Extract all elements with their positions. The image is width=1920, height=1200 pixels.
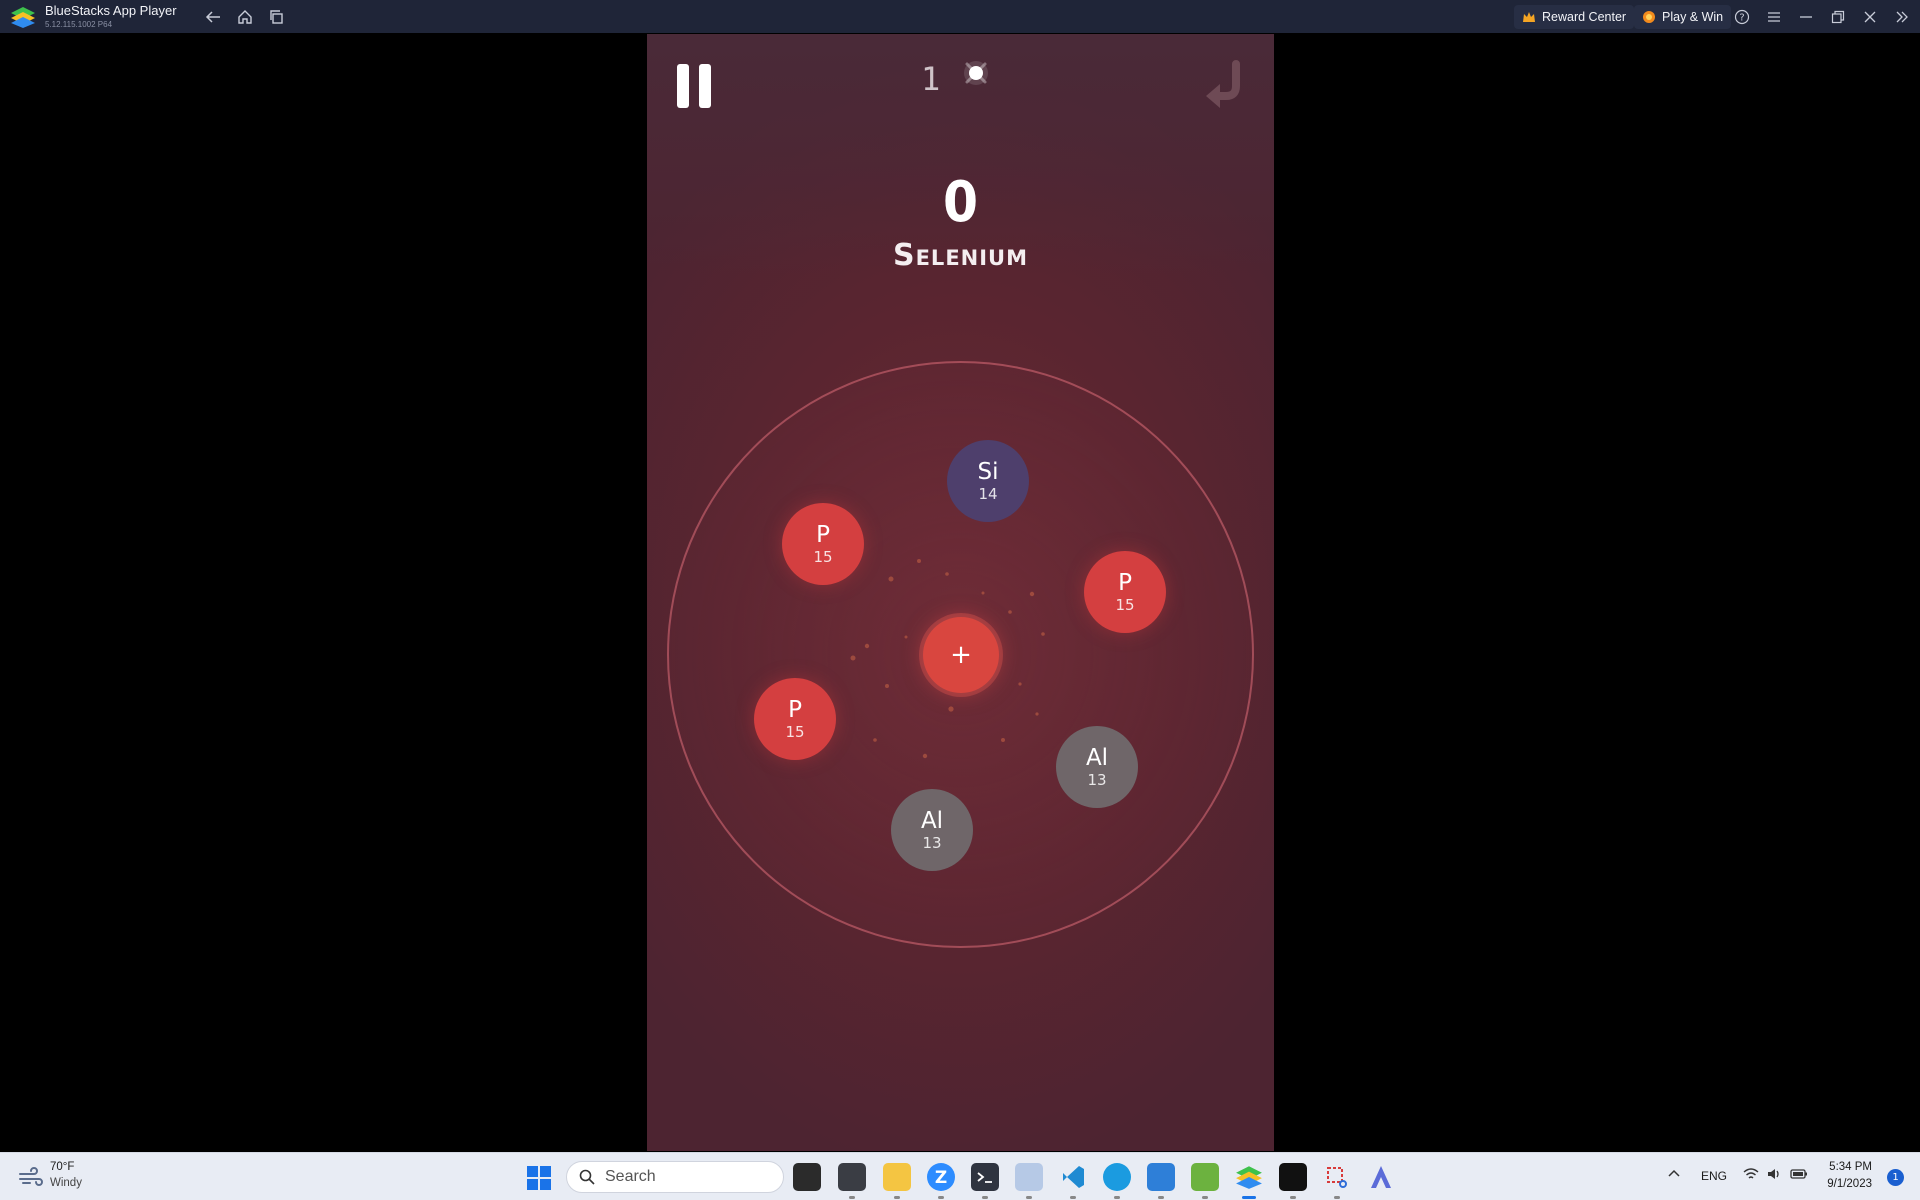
vscode-icon[interactable] (1059, 1163, 1087, 1199)
help-icon[interactable]: ? (1730, 6, 1754, 28)
atom-phosphorus[interactable]: P 15 (782, 503, 864, 585)
minimize-icon[interactable] (1794, 6, 1818, 28)
wifi-icon[interactable] (1743, 1167, 1759, 1184)
battery-icon[interactable] (1790, 1167, 1808, 1184)
menu-icon[interactable] (1762, 6, 1786, 28)
photos-icon[interactable] (1015, 1163, 1043, 1199)
window-title: BlueStacks App Player (45, 3, 177, 18)
plus-atom[interactable]: + (923, 617, 999, 693)
reward-center-label: Reward Center (1542, 10, 1627, 24)
atom-number: 15 (813, 548, 833, 566)
atom-symbol: P (816, 522, 830, 548)
terminal-icon[interactable] (971, 1163, 999, 1199)
atom-number: 15 (785, 723, 805, 741)
close-icon[interactable] (1858, 6, 1882, 28)
atom-symbol: Si (977, 459, 999, 485)
taskbar-search[interactable]: Search (566, 1161, 784, 1193)
start-tile (527, 1166, 538, 1177)
restore-icon[interactable] (1826, 6, 1850, 28)
coin-icon (1643, 11, 1655, 23)
start-tile (527, 1179, 538, 1190)
atom-silicon[interactable]: Si 14 (947, 440, 1029, 522)
snipping-tool-icon[interactable] (1323, 1163, 1351, 1199)
atom-symbol: Al (920, 808, 944, 834)
play-win-label: Play & Win (1662, 10, 1724, 24)
play-win-button[interactable]: Play & Win (1634, 5, 1732, 29)
atom-number: 13 (1087, 771, 1107, 789)
atom-symbol: P (1118, 570, 1132, 596)
vector-app-icon[interactable] (1367, 1163, 1395, 1191)
atom-number: 15 (1115, 596, 1135, 614)
start-button[interactable] (527, 1166, 551, 1190)
svg-text:Z: Z (935, 1168, 947, 1188)
atom-symbol: Al (1085, 745, 1109, 771)
clock-time[interactable]: 5:34 PM (1829, 1161, 1872, 1173)
volume-icon[interactable] (1766, 1167, 1782, 1184)
particle-dots (850, 559, 1045, 759)
zoom-icon[interactable]: Z (927, 1163, 955, 1199)
weather-description[interactable]: Windy (50, 1177, 82, 1189)
home-icon[interactable] (234, 6, 256, 28)
language-indicator[interactable]: ENG (1701, 1169, 1727, 1183)
start-tile (540, 1166, 551, 1177)
atom-number: 14 (978, 485, 998, 503)
image-editor-icon[interactable] (1147, 1163, 1175, 1199)
expand-sidebar-icon[interactable] (1890, 6, 1914, 28)
atom-phosphorus[interactable]: P 15 (754, 678, 836, 760)
crown-icon (1523, 12, 1535, 22)
atom-aluminium[interactable]: Al 13 (891, 789, 973, 871)
start-tile (540, 1179, 551, 1190)
clock-date[interactable]: 9/1/2023 (1827, 1178, 1872, 1190)
edge-icon[interactable] (1103, 1163, 1131, 1199)
back-icon[interactable] (202, 6, 224, 28)
window-version: 5.12.115.1002 P64 (45, 20, 113, 29)
search-placeholder: Search (605, 1168, 656, 1185)
chart-app-icon[interactable] (1191, 1163, 1219, 1199)
weather-temperature[interactable]: 70°F (50, 1161, 74, 1173)
reward-center-button[interactable]: Reward Center (1514, 5, 1635, 29)
chevron-up-icon[interactable] (1667, 1167, 1681, 1181)
svg-text:?: ? (1739, 13, 1744, 24)
atom-symbol: P (788, 697, 802, 723)
atom-aluminium[interactable]: Al 13 (1056, 726, 1138, 808)
windows-taskbar: 70°F Windy Search Z ENG 5:34 PM 9/1/2023… (0, 1152, 1920, 1200)
monitor-app-icon[interactable] (838, 1163, 866, 1199)
notification-badge[interactable]: 1 (1887, 1169, 1904, 1186)
file-explorer-icon[interactable] (883, 1163, 911, 1199)
recent-apps-icon[interactable] (266, 6, 288, 28)
wind-icon[interactable] (18, 1167, 44, 1187)
bluestacks-logo-icon (11, 7, 35, 28)
search-icon (579, 1169, 595, 1185)
atom-phosphorus[interactable]: P 15 (1084, 551, 1166, 633)
console-icon[interactable] (1279, 1163, 1307, 1199)
game-viewport[interactable]: 1 0 Selenium Si 14 P 15 P 15 P 15 Al 13 … (647, 34, 1274, 1151)
atom-number: 13 (922, 834, 942, 852)
app-title-bar: BlueStacks App Player 5.12.115.1002 P64 … (0, 0, 1920, 33)
task-view-icon[interactable] (793, 1163, 821, 1191)
bluestacks-taskbar-icon[interactable] (1235, 1163, 1263, 1199)
